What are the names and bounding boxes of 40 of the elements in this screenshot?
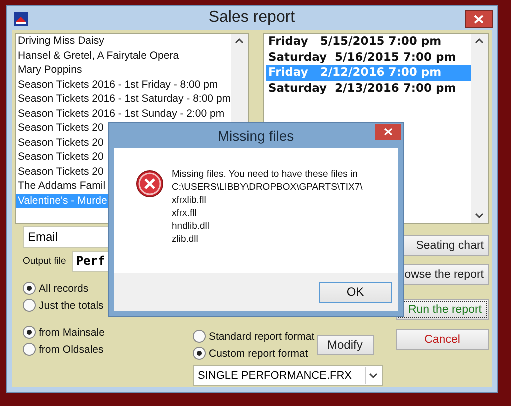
list-item[interactable]: Saturday 5/16/2015 7:00 pm [266,50,471,65]
radio-button[interactable] [193,330,206,343]
radio-label: Standard report format [209,330,315,342]
output-file-label: Output file [23,256,66,267]
radio-label: All records [39,282,89,294]
dialog-title: Missing files [218,128,294,144]
radio-label: Just the totals [39,300,104,312]
radio-button[interactable] [193,347,206,360]
modify-button[interactable]: Modify [316,335,374,355]
dropdown-caret-icon [369,372,378,378]
radio-button[interactable] [23,299,36,312]
scroll-up-icon[interactable] [475,38,484,44]
list-item[interactable]: Season Tickets 2016 - 1st Sunday - 2:00 pm [16,106,232,121]
error-icon [136,170,164,198]
radio-label: from Mainsale [39,326,105,338]
scroll-up-icon[interactable] [235,38,244,44]
radio-button[interactable] [23,282,36,295]
radio-label: from Oldsales [39,344,104,356]
list-item[interactable]: Mary Poppins [16,63,232,78]
close-button[interactable] [375,124,401,140]
close-icon [384,128,392,136]
error-message: Missing files. You need to have these files in C:\USERS\LIBBY\DROPBOX\GPARTS\TIX7\ xfrxlib.fll xfrx.fll hndlib.dll zlib.dll [172,168,363,247]
ok-button[interactable]: OK [319,282,392,302]
close-button[interactable] [465,10,493,28]
list-item[interactable]: Hansel & Gretel, A Fairytale Opera [16,48,232,63]
list-item[interactable]: Saturday 2/13/2016 7:00 pm [266,80,471,96]
list-item[interactable]: Driving Miss Daisy [16,34,232,48]
action-button[interactable]: Cancel [396,329,489,350]
app-icon [14,12,28,26]
action-button[interactable]: Run the report [396,299,489,320]
window-title: Sales report [208,9,296,27]
radio-label: Custom report format [209,348,308,360]
scroll-down-icon[interactable] [475,213,484,219]
list-item[interactable]: Friday 5/15/2015 7:00 pm [266,34,471,50]
close-icon [474,14,484,24]
report-format-dropdown[interactable]: SINGLE PERFORMANCE.FRX [193,365,383,386]
list-item[interactable]: Season Tickets 2016 - 1st Friday - 8:00 pm [16,78,232,92]
radio-button[interactable] [23,326,36,339]
radio-button[interactable] [23,343,36,356]
list-item[interactable]: Season Tickets 2016 - 1st Saturday - 8:00 pm [16,92,232,106]
